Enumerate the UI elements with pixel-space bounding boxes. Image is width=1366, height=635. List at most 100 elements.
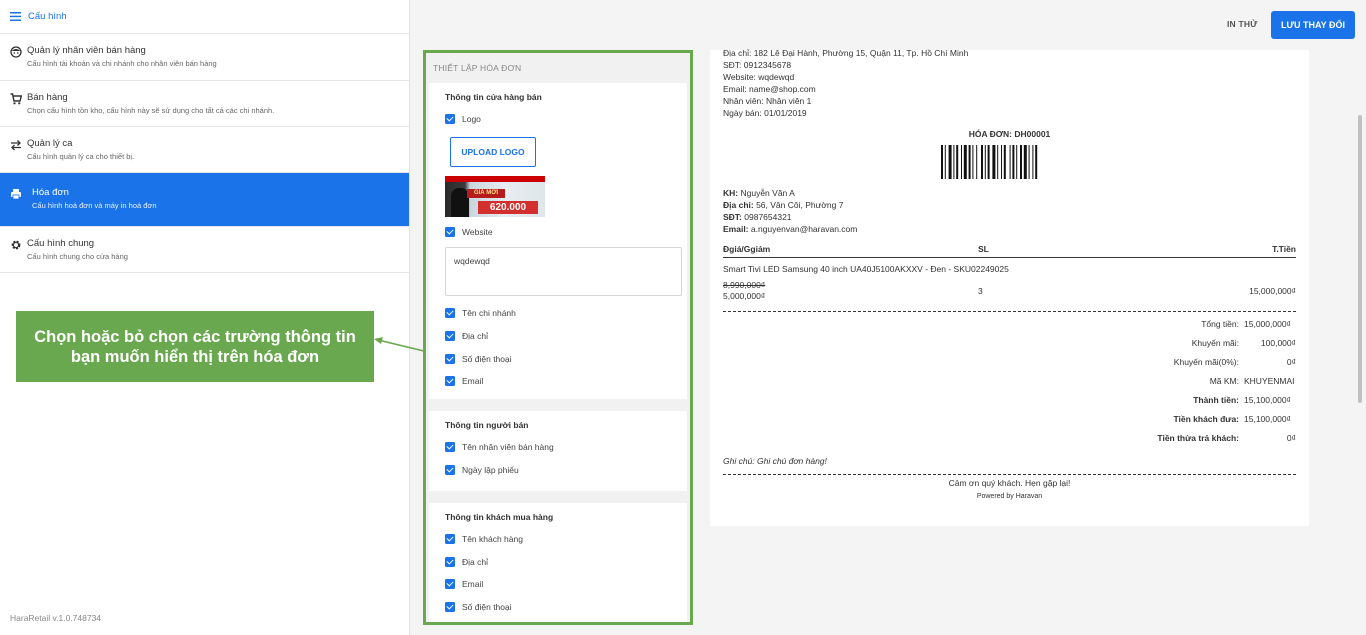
customer-phone-label: SĐT: xyxy=(723,211,742,222)
checkbox-checked-icon[interactable] xyxy=(445,556,455,567)
upload-logo-button[interactable]: UPLOAD LOGO xyxy=(450,136,536,167)
checkbox-checked-icon[interactable] xyxy=(445,376,455,387)
staff-name: Nhân viên: Nhân viên 1 xyxy=(723,96,812,107)
checkbox-address[interactable]: Địa chỉ xyxy=(445,325,687,348)
checkbox-label: Tên nhân viên bán hàng xyxy=(462,442,554,453)
checkbox-checked-icon[interactable] xyxy=(445,602,455,613)
sidebar-item-general[interactable]: Cấu hình chung Cấu hình chung cho cửa hà… xyxy=(0,227,409,273)
checkbox-checked-icon[interactable] xyxy=(445,331,455,342)
checkbox-logo[interactable]: Logo xyxy=(445,108,687,131)
menu-icon xyxy=(10,12,21,21)
checkbox-customer-address[interactable]: Địa chỉ xyxy=(445,551,687,574)
receipt-preview: Địa chỉ: 182 Lê Đại Hành, Phường 15, Quậ… xyxy=(710,48,1309,526)
change-value: 0₫ xyxy=(1286,432,1296,443)
top-bar: IN THỬ LƯU THAY ĐỔI xyxy=(411,0,1366,50)
checkbox-checked-icon[interactable] xyxy=(445,308,455,319)
cart-icon xyxy=(10,93,22,105)
barcode-bar xyxy=(1016,144,1018,179)
checkbox-customer-name[interactable]: Tên khách hàng xyxy=(445,528,687,551)
divider xyxy=(723,311,1296,313)
checkbox-email[interactable]: Email xyxy=(445,370,687,393)
customer-email: Email: a.nguyenvan@haravan.com xyxy=(723,223,1296,235)
order-note: Ghi chú: Ghi chú đơn hàng! xyxy=(723,456,827,467)
print-test-button[interactable]: IN THỬ xyxy=(1227,19,1257,29)
sidebar-item-subtitle: Cấu hình chung cho cửa hàng xyxy=(27,252,128,261)
barcode-bar xyxy=(992,144,996,179)
checkbox-branch-name[interactable]: Tên chi nhánh xyxy=(445,302,687,325)
checkbox-checked-icon[interactable] xyxy=(445,579,455,590)
sidebar-item-title: Quản lý ca xyxy=(27,138,73,149)
store-address: Địa chỉ: 182 Lê Đại Hành, Phường 15, Quậ… xyxy=(723,48,969,58)
checkbox-label: Số điện thoại xyxy=(462,602,512,613)
barcode-bar xyxy=(984,144,986,179)
checkbox-checked-icon[interactable] xyxy=(445,114,455,125)
customer-address: Địa chỉ: 56, Vân Côi, Phường 7 xyxy=(723,199,1296,211)
sidebar-item-title: Bán hàng xyxy=(27,92,68,103)
total-label: Tổng tiền: xyxy=(1201,318,1239,329)
col-total-header: T.Tiền xyxy=(1272,244,1296,255)
barcode-bar xyxy=(963,144,967,179)
section-title: Thông tin người bán xyxy=(445,420,529,430)
checkbox-label: Email xyxy=(462,579,484,590)
sidebar-header[interactable]: Cấu hình xyxy=(0,0,409,34)
sidebar-item-shifts[interactable]: Quản lý ca Cấu hình quản lý ca cho thiết… xyxy=(0,127,409,173)
barcode-bar xyxy=(1009,144,1011,179)
customer-name: KH: Nguyễn Văn A xyxy=(723,187,1296,199)
checkbox-label: Số điện thoại xyxy=(462,353,512,364)
col-price-header: Đgiá/Ggiảm xyxy=(723,244,771,255)
total-value: 15,000,000₫ xyxy=(1244,318,1291,329)
checkbox-checked-icon[interactable] xyxy=(445,534,455,545)
sidebar-item-sales[interactable]: Bán hàng Chọn cấu hình tồn kho, cấu hình… xyxy=(0,81,409,127)
sidebar-item-invoice[interactable]: Hóa đơn Cấu hình hoá đơn và máy in hoá đ… xyxy=(0,173,409,227)
checkbox-staff-name[interactable]: Tên nhân viên bán hàng xyxy=(445,436,687,459)
annotation-arrow xyxy=(374,337,429,353)
powered-by: Powered by Haravan xyxy=(976,493,1043,501)
app-version: HaraRetail v.1.0.748734 xyxy=(10,613,102,623)
checkbox-checked-icon[interactable] xyxy=(445,226,455,237)
customer-email-value: a.nguyenvan@haravan.com xyxy=(750,223,858,234)
sidebar-item-staff[interactable]: Quản lý nhân viên bán hàng Cấu hình tài … xyxy=(0,34,409,81)
discount-value: 100,000₫ xyxy=(1260,337,1296,348)
sale-date: Ngày bán: 01/01/2019 xyxy=(723,108,807,119)
buyer-info-section: Thông tin khách mua hàng Tên khách hàng … xyxy=(429,503,687,622)
sidebar-item-subtitle: Chọn cấu hình tồn kho, cấu hình này sẽ s… xyxy=(27,106,275,115)
store-info-section: Thông tin cửa hàng bán Logo UPLOAD LOGO … xyxy=(429,83,687,399)
checkbox-label: Email xyxy=(462,376,484,387)
barcode-bar xyxy=(1003,144,1006,179)
checkbox-checked-icon[interactable] xyxy=(445,353,455,364)
barcode-bar xyxy=(987,144,990,179)
total-row: Tổng tiền: 15,000,000₫ xyxy=(723,314,1296,333)
checkbox-website[interactable]: Website xyxy=(445,221,687,244)
barcode-bar xyxy=(1001,144,1002,179)
checkbox-customer-phone[interactable]: Số điện thoại xyxy=(445,596,687,619)
sidebar-item-subtitle: Cấu hình quản lý ca cho thiết bị. xyxy=(27,152,135,161)
checkbox-phone[interactable]: Số điện thoại xyxy=(445,347,687,370)
paid-row: Tiền khách đưa: 15,100,000₫ xyxy=(723,409,1296,428)
barcode-bar xyxy=(941,144,943,179)
discount-row: Khuyến mãi: 100,000₫ xyxy=(723,333,1296,352)
checkbox-created-date[interactable]: Ngày lập phiếu xyxy=(445,459,687,482)
store-website: Website: wqdewqd xyxy=(723,72,795,83)
items-table-header: Đgiá/Ggiảm SL T.Tiền xyxy=(723,241,1296,259)
scrollbar[interactable] xyxy=(1358,115,1362,403)
thanks-message: Cảm ơn quý khách. Hẹn gặp lại! xyxy=(948,478,1071,489)
checkbox-checked-icon[interactable] xyxy=(445,464,455,475)
customer-name-label: KH: xyxy=(723,187,739,198)
customer-address-label: Địa chỉ: xyxy=(723,199,754,210)
discount-percent-value: 0₫ xyxy=(1286,356,1296,367)
grand-total-row: Thành tiền: 15,100,000₫ xyxy=(723,390,1296,409)
checkbox-checked-icon[interactable] xyxy=(445,442,455,453)
checkbox-label: Website xyxy=(462,226,493,237)
customer-phone-value: 0987654321 xyxy=(744,211,792,222)
sidebar-item-title: Quản lý nhân viên bán hàng xyxy=(27,45,146,56)
barcode-bar xyxy=(1028,144,1030,179)
barcode-bar xyxy=(944,144,946,179)
website-input[interactable]: wqdewqd xyxy=(445,247,682,297)
checkbox-label: Địa chỉ xyxy=(462,331,488,342)
gear-icon xyxy=(11,240,21,250)
checkbox-customer-email[interactable]: Email xyxy=(445,573,687,596)
barcode-bar xyxy=(1032,144,1034,179)
save-button[interactable]: LƯU THAY ĐỔI xyxy=(1271,11,1355,39)
checkbox-label: Địa chỉ xyxy=(462,556,488,567)
sidebar-item-subtitle: Cấu hình tài khoản và chi nhánh cho nhân… xyxy=(27,59,217,68)
